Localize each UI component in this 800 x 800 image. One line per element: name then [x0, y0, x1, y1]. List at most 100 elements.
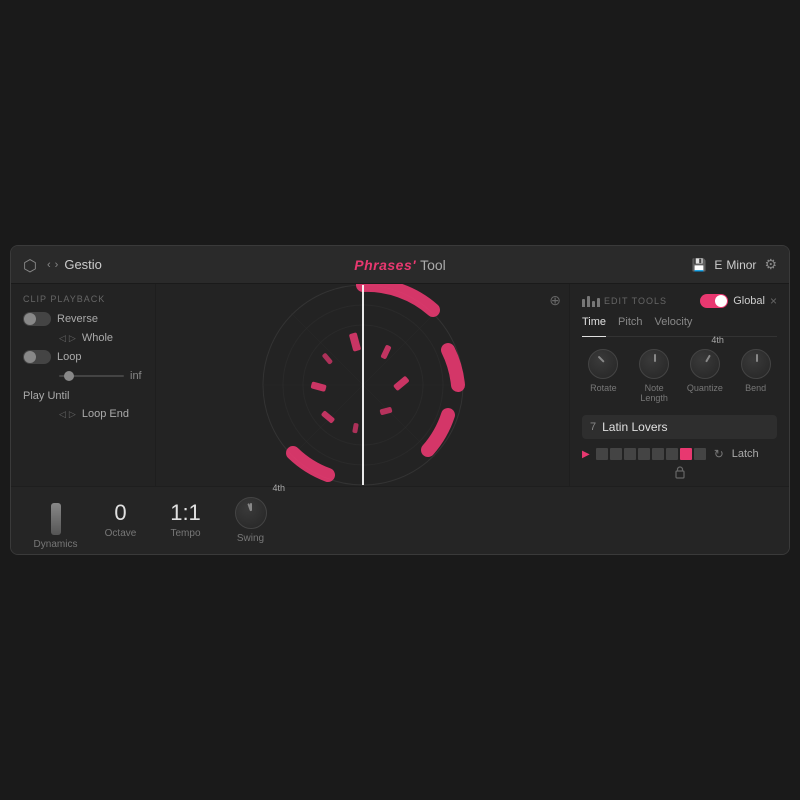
tab-pitch[interactable]: Pitch [618, 316, 642, 332]
key-display: E Minor [714, 258, 756, 272]
reverse-label: Reverse [57, 313, 98, 325]
rotate-label: Rotate [590, 383, 617, 393]
reverse-toggle[interactable] [23, 312, 51, 326]
inf-label: inf [130, 370, 142, 382]
tool-bend: Bend [734, 349, 777, 403]
loop-end-right-arrow[interactable]: ▷ [69, 409, 76, 420]
tools-grid: Rotate Note Length 4th [582, 349, 777, 403]
loop-end-left-arrow[interactable]: ◁ [59, 409, 66, 420]
key-value: E [714, 258, 722, 272]
preset-name: Latin Lovers [602, 420, 769, 434]
latch-label: Latch [732, 448, 759, 460]
octave-label: Octave [105, 528, 137, 539]
seq-block-6[interactable] [666, 448, 678, 460]
play-until-row: Play Until [23, 388, 143, 402]
bend-indicator [756, 354, 758, 362]
whole-label: Whole [82, 332, 113, 344]
tool-label: Tool [420, 257, 446, 273]
settings-icon[interactable]: ⚙ [764, 256, 777, 273]
octave-item: 0 Octave [88, 502, 153, 539]
plugin-window: ⬡ ‹ › Gestio Phrases' Tool 💾 E Minor ⚙ C… [10, 245, 790, 555]
rotate-knob[interactable] [588, 349, 618, 379]
bars-icon [582, 296, 600, 307]
phrase-wheel [253, 284, 473, 486]
left-panel: CLIP PLAYBACK Reverse ◁ ▷ Whole Loop [11, 284, 156, 486]
tool-rotate: Rotate [582, 349, 625, 403]
window-title: Gestio [64, 257, 102, 272]
header-right: 💾 E Minor ⚙ [691, 256, 777, 273]
whole-right-arrow[interactable]: ▷ [69, 333, 76, 344]
swing-badge: 4th [272, 483, 285, 493]
seq-block-4[interactable] [638, 448, 650, 460]
close-btn[interactable]: × [770, 294, 777, 308]
quantize-badge: 4th [711, 335, 724, 345]
global-label: Global [733, 295, 765, 307]
note-length-knob[interactable] [639, 349, 669, 379]
chevron-right-icon[interactable]: › [55, 259, 59, 271]
loop-label: Loop [57, 351, 81, 363]
loop-slider[interactable] [59, 375, 124, 377]
lock-icon [582, 465, 777, 479]
quantize-label: Quantize [687, 383, 723, 393]
cube-icon: ⬡ [23, 256, 41, 274]
seq-block-1[interactable] [596, 448, 608, 460]
seq-block-7[interactable] [680, 448, 692, 460]
header: ⬡ ‹ › Gestio Phrases' Tool 💾 E Minor ⚙ [11, 246, 789, 284]
edit-tools-label: EDIT TOOLS [582, 296, 667, 307]
sequence-row: ▶ ↻ Latch [582, 447, 777, 461]
tab-time[interactable]: Time [582, 316, 606, 337]
note-length-indicator [654, 354, 656, 362]
preset-row: 7 Latin Lovers [582, 415, 777, 439]
tool-quantize: 4th Quantize [684, 349, 727, 403]
tempo-label: Tempo [170, 528, 200, 539]
bottom-bar: Dynamics 0 Octave 1:1 Tempo 4th Swing [11, 486, 789, 554]
loop-toggle[interactable] [23, 350, 51, 364]
main-content: CLIP PLAYBACK Reverse ◁ ▷ Whole Loop [11, 284, 789, 486]
play-until-label: Play Until [23, 390, 69, 402]
seq-block-5[interactable] [652, 448, 664, 460]
whole-left-arrow[interactable]: ◁ [59, 333, 66, 344]
whole-arrows: ◁ ▷ [59, 333, 76, 344]
reverse-row: Reverse [23, 312, 143, 326]
loop-slider-thumb [64, 371, 74, 381]
chevron-left-icon[interactable]: ‹ [47, 259, 51, 271]
octave-value: 0 [114, 502, 126, 524]
center-panel: ⊕ [156, 284, 569, 486]
swing-label: Swing [237, 533, 264, 544]
sequence-blocks [596, 448, 706, 460]
scale-value: Minor [726, 258, 756, 272]
note-length-label: Note Length [633, 383, 676, 403]
rotate-indicator [598, 356, 605, 363]
tempo-item: 1:1 Tempo [153, 502, 218, 539]
right-panel: EDIT TOOLS Global × Time Pitch Velocity [569, 284, 789, 486]
seq-block-2[interactable] [610, 448, 622, 460]
global-toggle[interactable]: Global × [700, 294, 777, 308]
dynamics-label: Dynamics [34, 539, 78, 550]
dynamics-item: Dynamics [23, 491, 88, 550]
preset-number: 7 [590, 421, 596, 433]
bend-knob[interactable] [741, 349, 771, 379]
save-icon[interactable]: 💾 [691, 258, 706, 272]
wheel-container[interactable] [253, 284, 473, 486]
clip-playback-label: CLIP PLAYBACK [23, 294, 143, 304]
tab-velocity[interactable]: Velocity [655, 316, 693, 332]
loop-end-row: ◁ ▷ Loop End [59, 408, 143, 420]
loop-knob [24, 351, 36, 363]
quantize-indicator [705, 355, 711, 363]
crosshair-icon[interactable]: ⊕ [549, 292, 561, 309]
seq-block-3[interactable] [624, 448, 636, 460]
loop-icon[interactable]: ↻ [714, 447, 724, 461]
dynamics-fader[interactable] [51, 503, 61, 535]
inf-row: inf [59, 370, 143, 382]
play-button[interactable]: ▶ [582, 449, 590, 460]
tempo-value: 1:1 [170, 502, 201, 524]
edit-tools-header: EDIT TOOLS Global × [582, 294, 777, 308]
global-pill[interactable] [700, 294, 728, 308]
seq-block-8[interactable] [694, 448, 706, 460]
tabs-row: Time Pitch Velocity [582, 316, 777, 337]
global-pill-knob [715, 295, 727, 307]
quantize-knob[interactable] [690, 349, 720, 379]
swing-knob[interactable] [235, 497, 267, 529]
loop-end-arrows: ◁ ▷ [59, 409, 76, 420]
swing-item: 4th Swing [218, 497, 283, 544]
